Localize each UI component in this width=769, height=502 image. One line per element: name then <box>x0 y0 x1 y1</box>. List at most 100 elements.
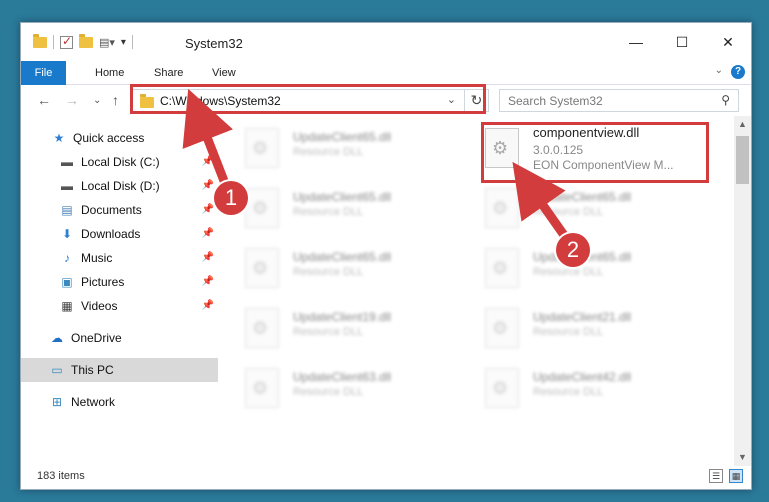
list-item[interactable]: UpdateClient42.dll Resource DLL <box>461 362 681 414</box>
scroll-up-icon[interactable]: ▲ <box>734 116 751 133</box>
search-input[interactable]: Search System32 ⚲ <box>499 89 739 112</box>
dll-file-icon <box>485 188 519 228</box>
network-icon: ⊞ <box>51 395 63 409</box>
expand-ribbon-icon[interactable]: ⌄ <box>715 65 723 76</box>
vertical-scrollbar[interactable]: ▲ ▼ <box>734 116 751 466</box>
sidebar-item-pictures[interactable]: ▣ Pictures 📌 <box>21 270 218 294</box>
large-icons-view-icon[interactable]: ▦ <box>729 469 743 483</box>
dll-file-icon <box>245 308 279 348</box>
tab-share[interactable]: Share <box>154 61 183 85</box>
file-name: UpdateClient21.dll <box>533 310 632 324</box>
new-folder-icon[interactable] <box>79 33 93 48</box>
sidebar-item-local-disk-c[interactable]: ▬ Local Disk (C:) 📌 <box>21 150 218 174</box>
sidebar-item-videos[interactable]: ▦ Videos 📌 <box>21 294 218 318</box>
forward-arrow-icon[interactable]: → <box>65 92 79 108</box>
sidebar-item-label: Quick access <box>73 131 145 145</box>
toolbar-divider <box>131 35 133 49</box>
sidebar-item-music[interactable]: ♪ Music 📌 <box>21 246 218 270</box>
videos-icon: ▦ <box>61 299 73 313</box>
documents-icon: ▤ <box>61 203 73 217</box>
dll-file-icon <box>245 128 279 168</box>
pin-icon[interactable]: 📌 <box>202 180 214 191</box>
list-item[interactable]: UpdateClient21.dll Resource DLL <box>461 302 681 354</box>
help-icon[interactable]: ? <box>731 65 745 79</box>
dll-file-icon <box>245 188 279 228</box>
close-button[interactable]: ✕ <box>705 23 751 61</box>
toolbar-dropdown-icon[interactable]: ▾ <box>121 37 126 48</box>
properties-icon[interactable] <box>60 34 73 49</box>
toolbar-divider <box>53 35 54 49</box>
pictures-icon: ▣ <box>61 275 73 289</box>
pin-icon[interactable]: 📌 <box>202 252 214 263</box>
file-type: Resource DLL <box>293 266 364 278</box>
dll-file-icon <box>485 248 519 288</box>
minimize-button[interactable]: — <box>613 23 659 61</box>
file-type: Resource DLL <box>293 206 364 218</box>
up-arrow-icon[interactable]: ↑ <box>112 92 119 108</box>
status-bar: 183 items ☰ ▦ <box>21 465 751 489</box>
window-title: System32 <box>185 36 243 51</box>
navigation-pane: ★ Quick access ▬ Local Disk (C:) 📌 ▬ Loc… <box>21 120 218 465</box>
drive-icon: ▬ <box>61 155 73 169</box>
folder-icon[interactable] <box>33 33 47 48</box>
title-bar: ▤▾ ▾ System32 — ☐ ✕ <box>21 23 751 61</box>
file-name: UpdateClient19.dll <box>293 310 392 324</box>
tab-view[interactable]: View <box>212 61 236 85</box>
cloud-icon: ☁ <box>51 331 63 345</box>
pin-icon[interactable]: 📌 <box>202 228 214 239</box>
maximize-button[interactable]: ☐ <box>659 23 705 61</box>
file-name: UpdateClient63.dll <box>293 370 392 384</box>
pin-icon[interactable]: 📌 <box>202 300 214 311</box>
dll-file-icon <box>245 248 279 288</box>
file-type: Resource DLL <box>533 266 604 278</box>
dll-file-icon <box>485 308 519 348</box>
sidebar-item-onedrive[interactable]: ☁ OneDrive <box>21 326 218 350</box>
list-item[interactable]: UpdateClient63.dll Resource DLL <box>221 362 441 414</box>
sidebar-item-label: Pictures <box>81 275 125 289</box>
customize-toolbar-icon[interactable]: ▤▾ <box>99 36 115 49</box>
sidebar-item-documents[interactable]: ▤ Documents 📌 <box>21 198 218 222</box>
ribbon-tabs: File Home Share View ⌄ ? <box>21 61 751 85</box>
tab-home[interactable]: Home <box>95 61 124 85</box>
list-item[interactable]: UpdateClient65.dll Resource DLL <box>221 122 441 174</box>
pin-icon[interactable]: 📌 <box>202 156 214 167</box>
file-type: Resource DLL <box>293 386 364 398</box>
quick-access-toolbar: ▤▾ ▾ <box>33 33 133 49</box>
pin-icon[interactable]: 📌 <box>202 276 214 287</box>
drive-icon: ▬ <box>61 179 73 193</box>
list-item[interactable]: UpdateClient65.dll Resource DLL <box>461 182 681 234</box>
computer-icon: ▭ <box>51 363 63 377</box>
scroll-down-icon[interactable]: ▼ <box>734 449 751 466</box>
file-type: Resource DLL <box>293 146 364 158</box>
file-type: Resource DLL <box>533 386 604 398</box>
download-icon: ⬇ <box>61 227 73 241</box>
tab-file[interactable]: File <box>21 61 66 85</box>
file-type: Resource DLL <box>293 326 364 338</box>
address-bar-highlight <box>130 84 486 114</box>
scrollbar-thumb[interactable] <box>736 136 749 184</box>
sidebar-item-this-pc[interactable]: ▭ This PC <box>21 358 218 382</box>
list-item[interactable]: UpdateClient65.dll Resource DLL <box>221 182 441 234</box>
sidebar-item-quick-access[interactable]: ★ Quick access <box>21 126 218 150</box>
item-count: 183 items <box>37 470 85 482</box>
sidebar-item-downloads[interactable]: ⬇ Downloads 📌 <box>21 222 218 246</box>
sidebar-item-local-disk-d[interactable]: ▬ Local Disk (D:) 📌 <box>21 174 218 198</box>
window-controls: — ☐ ✕ <box>613 23 751 61</box>
file-name: UpdateClient65.dll <box>533 190 632 204</box>
sidebar-item-label: Network <box>71 395 116 409</box>
file-name: UpdateClient42.dll <box>533 370 632 384</box>
sidebar-item-network[interactable]: ⊞ Network <box>21 390 218 414</box>
details-view-icon[interactable]: ☰ <box>709 469 723 483</box>
pin-icon[interactable]: 📌 <box>202 204 214 215</box>
list-item[interactable]: UpdateClient19.dll Resource DLL <box>221 302 441 354</box>
back-arrow-icon[interactable]: ← <box>37 92 51 108</box>
list-item[interactable]: UpdateClient65.dll Resource DLL <box>221 242 441 294</box>
file-type: Resource DLL <box>533 326 604 338</box>
sidebar-item-label: Local Disk (C:) <box>81 155 160 169</box>
callout-step-2: 2 <box>556 233 590 267</box>
sidebar-item-label: Downloads <box>81 227 141 241</box>
sidebar-item-label: OneDrive <box>71 331 122 345</box>
sidebar-item-label: This PC <box>71 363 114 377</box>
recent-locations-chevron-icon[interactable]: ⌄ <box>93 95 101 106</box>
search-icon[interactable]: ⚲ <box>721 93 730 107</box>
